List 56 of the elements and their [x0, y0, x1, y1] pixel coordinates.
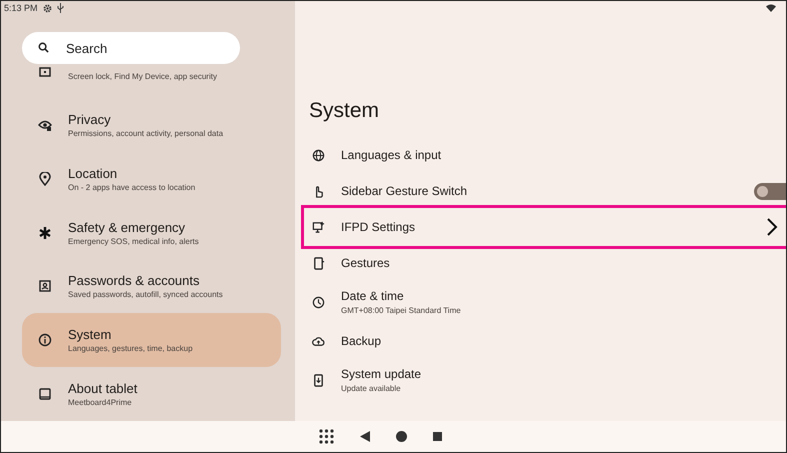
toggle-switch[interactable] — [754, 182, 786, 200]
tablet-icon — [38, 387, 52, 402]
settings-item[interactable]: IFPD Settings — [301, 205, 786, 249]
account-icon — [38, 279, 52, 294]
back-icon[interactable] — [360, 431, 370, 442]
settings-icon — [42, 4, 52, 12]
item-title: Date & time — [341, 289, 405, 303]
item-subtitle: Screen lock, Find My Device, app security — [68, 72, 217, 81]
monitor-icon — [312, 220, 325, 234]
usb-icon — [56, 3, 64, 13]
phone-icon — [312, 256, 325, 270]
item-subtitle: Permissions, account activity, personal data — [68, 128, 224, 138]
settings-item[interactable]: Date & time GMT+08:00 Taipei Standard Time — [301, 281, 786, 323]
wifi-icon — [766, 4, 776, 12]
item-title: Sidebar Gesture Switch — [341, 184, 468, 198]
sidebar-item[interactable]: Screen lock, Find My Device, app security — [22, 65, 281, 98]
sidebar-item[interactable]: About tablet Meetboard4Prime — [22, 367, 281, 421]
search-field[interactable]: Search — [22, 32, 240, 64]
settings-item[interactable]: Languages & input — [301, 137, 786, 173]
item-subtitle: Saved passwords, autofill, synced accounts — [68, 290, 223, 300]
sidebar-item[interactable]: Passwords & accounts Saved passwords, autofill, synced accounts — [22, 259, 281, 314]
download-icon — [312, 374, 325, 386]
sidebar-item[interactable]: System Languages, gestures, time, backup — [22, 313, 281, 368]
item-title: About tablet — [68, 381, 138, 396]
item-title: Backup — [341, 334, 382, 348]
asterisk-icon — [38, 226, 52, 240]
item-subtitle: Languages, gestures, time, backup — [68, 344, 193, 354]
home-icon[interactable] — [396, 431, 407, 442]
cloud-upload-icon — [312, 334, 325, 348]
clock-icon — [312, 296, 325, 308]
item-subtitle: Meetboard4Prime — [68, 398, 133, 408]
item-subtitle: Emergency SOS, medical info, alerts — [68, 236, 199, 246]
item-title: Languages & input — [341, 148, 442, 162]
item-title: System — [68, 327, 112, 342]
item-title: IFPD Settings — [341, 220, 416, 234]
item-title: Passwords & accounts — [68, 273, 201, 288]
chevron-right-icon — [766, 217, 778, 237]
item-title: Privacy — [68, 112, 112, 127]
location-pin-icon — [38, 172, 52, 186]
sidebar-item[interactable]: Privacy Permissions, account activity, personal data — [22, 98, 281, 152]
settings-item[interactable]: Backup — [301, 323, 786, 359]
item-title: Safety & emergency — [68, 220, 186, 235]
apps-grid-icon[interactable] — [319, 429, 334, 444]
item-title: Location — [68, 166, 118, 181]
status-time: 5:13 PM — [4, 3, 38, 13]
sidebar-item[interactable]: Location On - 2 apps have access to location — [22, 152, 281, 206]
item-subtitle: GMT+08:00 Taipei Standard Time — [341, 306, 462, 315]
globe-icon — [312, 148, 325, 162]
item-title: Gestures — [341, 256, 391, 270]
page-title: System — [308, 99, 380, 123]
settings-item[interactable]: System update Update available — [301, 359, 786, 401]
item-title: System update — [341, 367, 422, 381]
item-subtitle: Update available — [341, 384, 402, 393]
item-subtitle: On - 2 apps have access to location — [68, 182, 196, 192]
info-icon — [38, 333, 52, 348]
sidebar-item[interactable]: Safety & emergency Emergency SOS, medical info, alerts — [22, 206, 281, 260]
